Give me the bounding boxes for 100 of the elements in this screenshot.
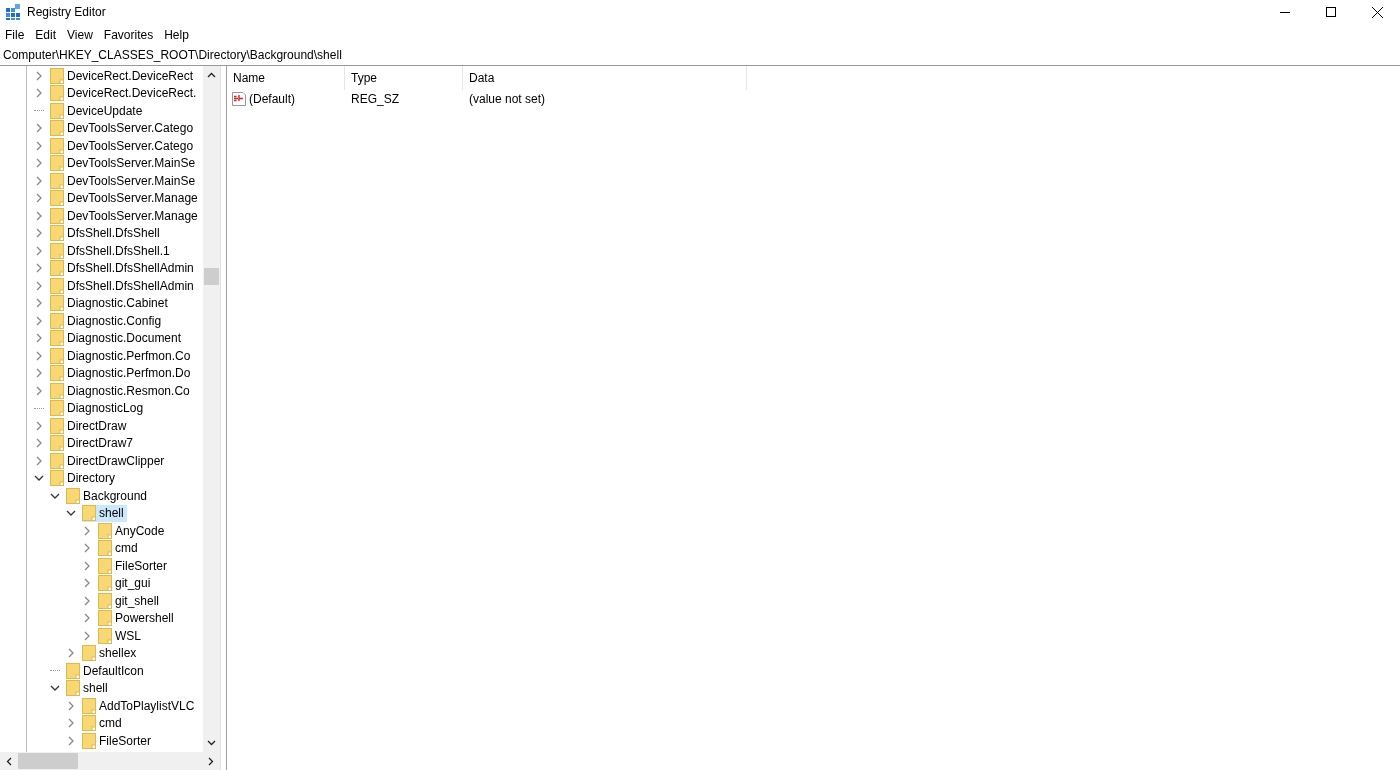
folder-icon xyxy=(50,102,64,119)
folder-icon xyxy=(98,557,112,574)
tree-item[interactable]: FileSorter xyxy=(82,732,154,750)
folder-icon xyxy=(66,662,80,679)
folder-icon xyxy=(50,417,64,434)
tree-item[interactable]: Background xyxy=(66,487,151,505)
tree-item[interactable]: Diagnostic.Perfmon.Do xyxy=(50,364,194,382)
folder-icon xyxy=(82,715,96,732)
folder-icon xyxy=(50,365,64,382)
tree-item[interactable]: DeviceRect.DeviceRect. xyxy=(50,84,200,102)
window-title: Registry Editor xyxy=(27,5,106,19)
tree-item[interactable]: DirectDraw xyxy=(50,417,130,435)
column-header[interactable]: Type xyxy=(345,66,463,90)
tree-item[interactable]: DevToolsServer.Manage xyxy=(50,207,201,225)
tree-item[interactable]: DiagnosticLog xyxy=(50,399,147,417)
folder-icon xyxy=(98,627,112,644)
folder-icon xyxy=(50,260,64,277)
tree-item[interactable]: DevToolsServer.MainSe xyxy=(50,154,199,172)
tree-item[interactable]: DeviceUpdate xyxy=(50,102,146,120)
tree-item[interactable]: Diagnostic.Resmon.Co xyxy=(50,382,193,400)
tree-item[interactable]: AnyCode xyxy=(98,522,168,540)
folder-icon xyxy=(50,400,64,417)
value-type: REG_SZ xyxy=(350,92,400,106)
tree-item[interactable]: Directory xyxy=(50,469,118,487)
tree-item[interactable]: DevToolsServer.Manage xyxy=(50,189,201,207)
folder-icon xyxy=(50,242,64,259)
folder-icon xyxy=(50,225,64,242)
tree-item[interactable]: DirectDraw7 xyxy=(50,434,136,452)
folder-icon xyxy=(50,312,64,329)
tree-item[interactable]: git_gui xyxy=(98,574,154,592)
folder-icon xyxy=(98,592,112,609)
value-name: (Default) xyxy=(249,92,295,106)
scroll-left-icon[interactable] xyxy=(6,756,12,766)
scroll-down-icon[interactable] xyxy=(207,740,216,746)
folder-icon xyxy=(82,645,96,662)
folder-icon xyxy=(50,85,64,102)
menu-item[interactable]: Edit xyxy=(30,28,63,42)
tree-item[interactable]: DefaultIcon xyxy=(66,662,147,680)
tree-item[interactable]: DfsShell.DfsShell xyxy=(50,224,163,242)
folder-icon xyxy=(50,435,64,452)
tree-item[interactable]: DfsShell.DfsShellAdmin xyxy=(50,259,197,277)
column-header[interactable]: Name xyxy=(227,66,345,90)
folder-icon xyxy=(50,172,64,189)
scroll-thumb[interactable] xyxy=(204,268,219,285)
tree-item[interactable]: Diagnostic.Config xyxy=(50,312,165,330)
folder-icon xyxy=(82,505,96,522)
scroll-thumb[interactable] xyxy=(18,753,78,769)
tree-item[interactable]: AddToPlaylistVLC xyxy=(82,697,198,715)
folder-icon xyxy=(98,575,112,592)
tree-item[interactable]: Diagnostic.Cabinet xyxy=(50,294,171,312)
tree-item[interactable]: WSL xyxy=(98,627,144,645)
folder-icon xyxy=(98,540,112,557)
tree-item[interactable]: DevToolsServer.MainSe xyxy=(50,172,199,190)
folder-icon xyxy=(50,347,64,364)
folder-icon xyxy=(50,277,64,294)
folder-icon xyxy=(50,190,64,207)
string-value-icon xyxy=(231,91,247,107)
close-icon xyxy=(1371,6,1383,18)
folder-icon xyxy=(50,452,64,469)
menu-item[interactable]: Help xyxy=(159,28,195,42)
menu-item[interactable]: File xyxy=(0,28,31,42)
folder-icon xyxy=(50,382,64,399)
app-icon xyxy=(5,4,21,20)
tree-item[interactable]: git_shell xyxy=(98,592,163,610)
scroll-right-icon[interactable] xyxy=(208,756,214,766)
tree-item[interactable]: shell xyxy=(66,679,111,697)
tree-item[interactable]: cmd xyxy=(98,539,141,557)
tree-item[interactable]: DeviceRect.DeviceRect xyxy=(50,67,197,85)
tree-item[interactable]: DevToolsServer.Catego xyxy=(50,137,197,155)
folder-icon xyxy=(66,680,80,697)
scroll-up-icon[interactable] xyxy=(207,72,216,78)
folder-icon xyxy=(50,330,64,347)
folder-icon xyxy=(82,732,96,749)
folder-icon xyxy=(50,137,64,154)
folder-icon xyxy=(66,487,80,504)
menu-item[interactable]: Favorites xyxy=(98,28,160,42)
menu-item[interactable]: View xyxy=(62,28,99,42)
tree-item[interactable]: DfsShell.DfsShell.1 xyxy=(50,242,173,260)
folder-icon xyxy=(50,67,64,84)
folder-icon xyxy=(50,295,64,312)
tree-item[interactable]: Diagnostic.Document xyxy=(50,329,185,347)
horizontal-scrollbar[interactable] xyxy=(0,752,220,770)
folder-icon xyxy=(50,155,64,172)
tree-item[interactable]: shellex xyxy=(82,644,140,662)
folder-icon xyxy=(98,522,112,539)
tree-item[interactable]: Diagnostic.Perfmon.Co xyxy=(50,347,194,365)
folder-icon xyxy=(82,697,96,714)
tree-item[interactable]: DevToolsServer.Catego xyxy=(50,119,197,137)
folder-icon xyxy=(50,207,64,224)
column-header[interactable]: Data xyxy=(463,66,747,90)
tree-item[interactable]: Powershell xyxy=(98,609,177,627)
tree-item[interactable]: DfsShell.DfsShellAdmin xyxy=(50,277,197,295)
maximize-icon xyxy=(1326,7,1336,17)
tree-item[interactable]: FileSorter xyxy=(98,557,170,575)
tree-item[interactable]: cmd xyxy=(82,714,125,732)
tree-item[interactable]: shell xyxy=(82,504,127,522)
folder-icon xyxy=(50,470,64,487)
folder-icon xyxy=(98,610,112,627)
tree-item[interactable]: DirectDrawClipper xyxy=(50,452,168,470)
folder-icon xyxy=(50,120,64,137)
